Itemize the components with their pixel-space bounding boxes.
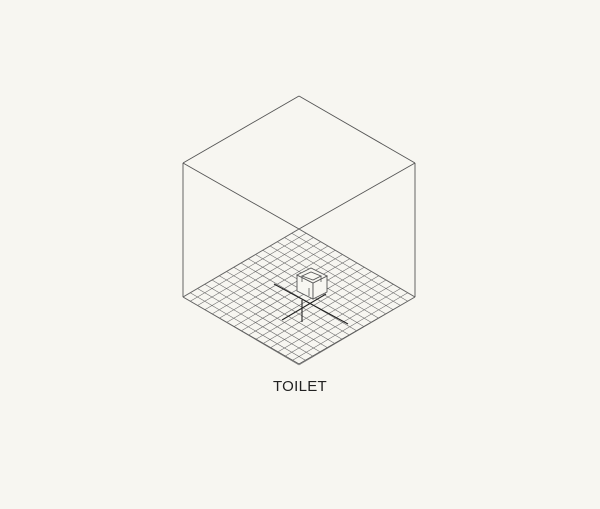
floor-axis-line xyxy=(281,293,327,321)
diagram-page: TOILET xyxy=(0,0,600,509)
cube-edge xyxy=(298,162,416,230)
isometric-cube-diagram xyxy=(182,95,416,366)
cube-edge xyxy=(182,95,300,164)
cube-edge xyxy=(182,162,300,230)
cube-edge xyxy=(298,95,416,164)
cube-wireframe xyxy=(182,95,416,365)
diagram-caption: TOILET xyxy=(272,378,328,395)
